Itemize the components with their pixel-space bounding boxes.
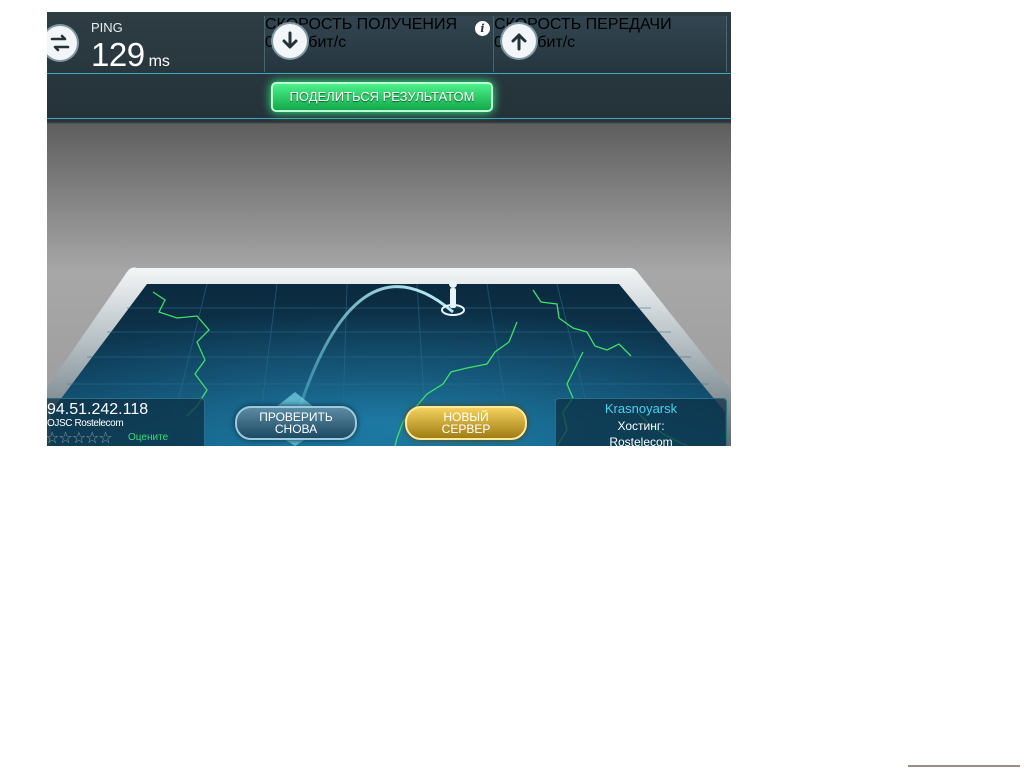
speedtest-app: PING 129ms СКОРОСТЬ ПОЛУЧЕНИЯ 0.11Мбит/с… [47,12,731,446]
retest-button[interactable]: ПРОВЕРИТЬ СНОВА [235,406,357,440]
server-hosting-label: Хостинг: [617,419,665,433]
footer-divider [908,765,1020,767]
rating-stars[interactable]: ☆☆☆☆☆ [47,428,113,446]
map-platform [47,267,731,446]
retest-line2: СНОВА [274,422,318,436]
server-info-panel: Krasnoyarsk Хостинг: Rostelecom [555,398,727,446]
server-city: Krasnoyarsk [604,401,678,416]
server-marker-head [449,280,457,288]
server-host: Rostelecom [609,435,673,446]
new-server-line2: СЕРВЕР [441,422,491,436]
new-server-button[interactable]: НОВЫЙ СЕРВЕР [405,406,527,440]
server-marker-pin [450,288,456,308]
rate-link[interactable]: Оцените [128,432,168,443]
client-ip: 94.51.242.118 [47,401,149,418]
